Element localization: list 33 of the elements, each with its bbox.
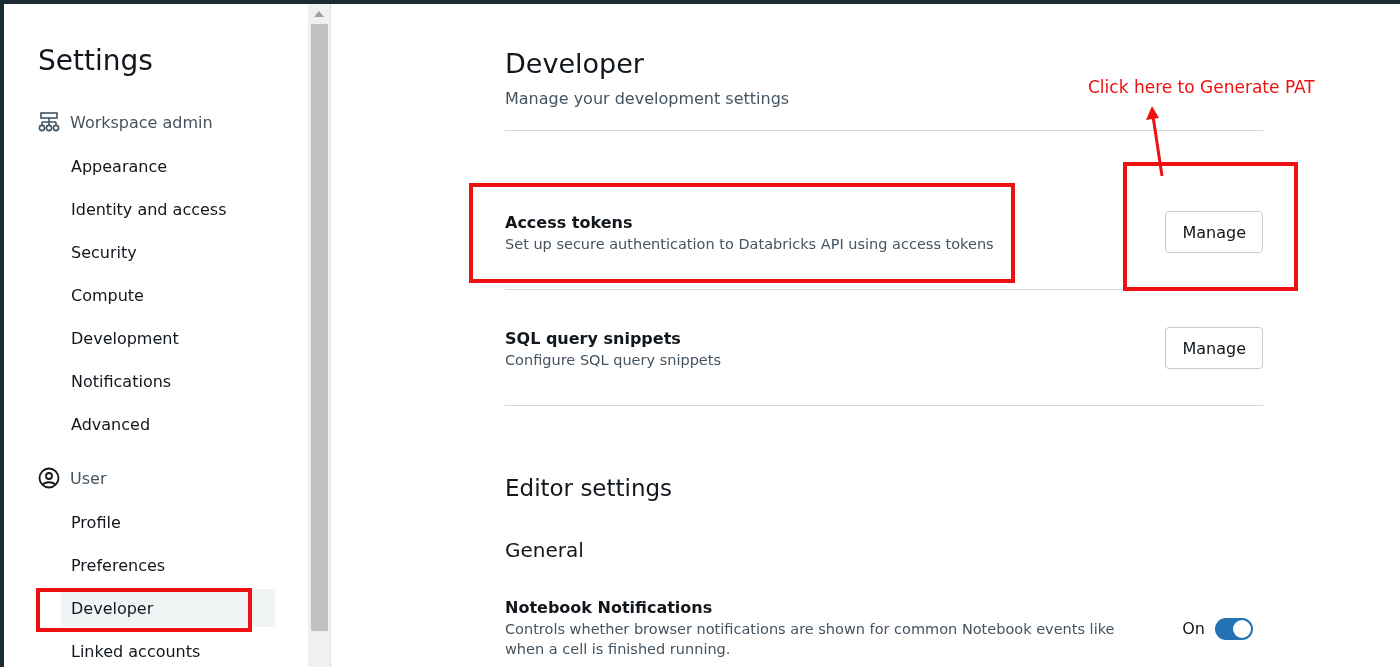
scroll-up-icon[interactable] [313,10,325,18]
hierarchy-icon [38,112,60,132]
scrollbar-thumb[interactable] [310,24,328,631]
group-label: Workspace admin [70,112,213,132]
sidebar-item[interactable]: Linked accounts [61,632,275,667]
sidebar-item[interactable]: Development [61,319,275,357]
page-title: Developer [505,48,645,79]
manage-button[interactable]: Manage [1165,211,1263,253]
manage-button[interactable]: Manage [1165,327,1263,369]
user-icon [38,467,60,489]
sidebar-item[interactable]: Profile [61,503,275,541]
page-subtitle: Manage your development settings [505,89,791,108]
annotation-text: Click here to Generate PAT [1088,77,1315,97]
sidebar-item[interactable]: Compute [61,276,275,314]
sidebar-item[interactable]: Identity and access [61,190,275,228]
setting-description: Controls whether browser notifications are shown for common Notebook events like when a cell is finished running. [505,620,1116,659]
sidebar-item[interactable]: Notifications [61,362,275,400]
setting-title: Notebook Notifications [505,598,714,617]
toggle-switch[interactable] [1215,617,1253,640]
setting-description: Configure SQL query snippets [505,351,721,368]
toggle-label: On [1182,619,1205,638]
subsection-title: General [505,538,585,562]
group-label: User [70,468,107,488]
scrollbar[interactable] [308,4,331,667]
setting-title: SQL query snippets [505,328,682,348]
section-title: Editor settings [505,475,674,501]
sidebar-item[interactable]: Preferences [61,546,275,584]
settings-title: Settings [38,44,154,77]
sidebar-item[interactable]: Advanced [61,405,275,443]
sidebar-item[interactable]: Appearance [61,147,275,185]
setting-description: Set up secure authentication to Databricks API using access tokens [505,235,994,252]
sidebar-item[interactable]: Security [61,233,275,271]
setting-title: Access tokens [505,212,634,232]
